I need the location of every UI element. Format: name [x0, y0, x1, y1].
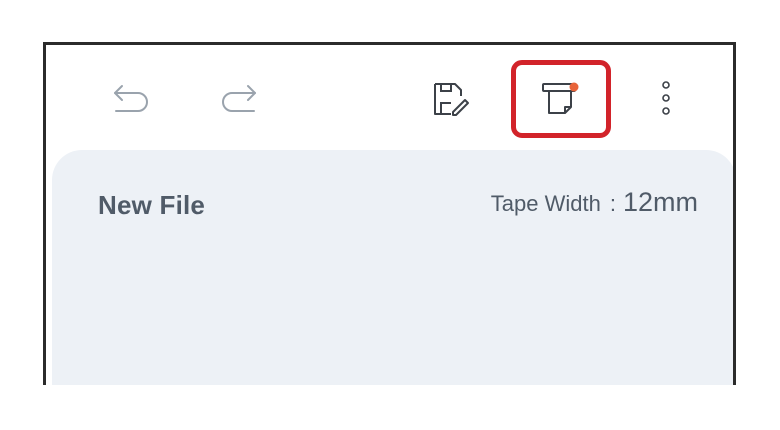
tape-width-value: 12mm	[622, 187, 698, 217]
save-edit-icon	[434, 83, 469, 116]
more-vertical-icon	[662, 81, 670, 115]
tape-width-separator: :	[609, 191, 616, 216]
file-title[interactable]: New File	[98, 190, 205, 221]
save-button[interactable]	[429, 79, 473, 119]
label-print-icon	[542, 82, 579, 114]
tape-width-label: Tape Width	[490, 191, 601, 216]
more-options-button[interactable]	[648, 75, 684, 123]
redo-arrow-icon	[222, 85, 256, 112]
print-button[interactable]	[516, 65, 606, 133]
undo-button[interactable]	[110, 79, 154, 119]
app-frame: New File Tape Width : 12mm	[43, 42, 736, 385]
tape-width-info[interactable]: Tape Width : 12mm	[491, 187, 698, 218]
undo-arrow-icon	[114, 85, 148, 112]
redo-button[interactable]	[216, 79, 260, 119]
toolbar	[46, 45, 733, 153]
notification-dot	[569, 82, 579, 92]
document-panel: New File Tape Width : 12mm	[52, 150, 733, 385]
print-button-highlight	[511, 60, 611, 138]
